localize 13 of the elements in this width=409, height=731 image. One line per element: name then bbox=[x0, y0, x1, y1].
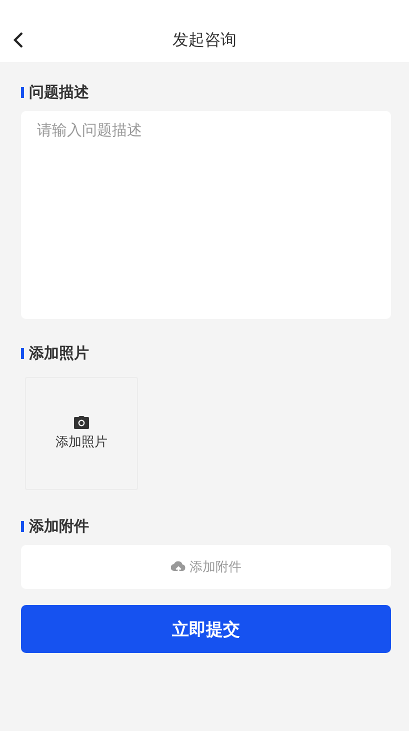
cloud-upload-icon bbox=[170, 560, 186, 574]
section-marker bbox=[21, 86, 24, 98]
back-icon bbox=[12, 31, 24, 49]
add-photo-button[interactable]: 添加照片 bbox=[25, 377, 138, 490]
section-title: 添加附件 bbox=[29, 516, 89, 536]
camera-icon bbox=[74, 416, 89, 429]
description-field[interactable]: 请输入问题描述 bbox=[21, 111, 391, 319]
page-title: 发起咨询 bbox=[172, 30, 236, 51]
section-marker bbox=[21, 348, 24, 358]
section-title: 添加照片 bbox=[29, 344, 89, 362]
section-marker bbox=[21, 520, 24, 532]
submit-button[interactable]: 立即提交 bbox=[21, 605, 391, 653]
section-title: 问题描述 bbox=[29, 82, 89, 102]
